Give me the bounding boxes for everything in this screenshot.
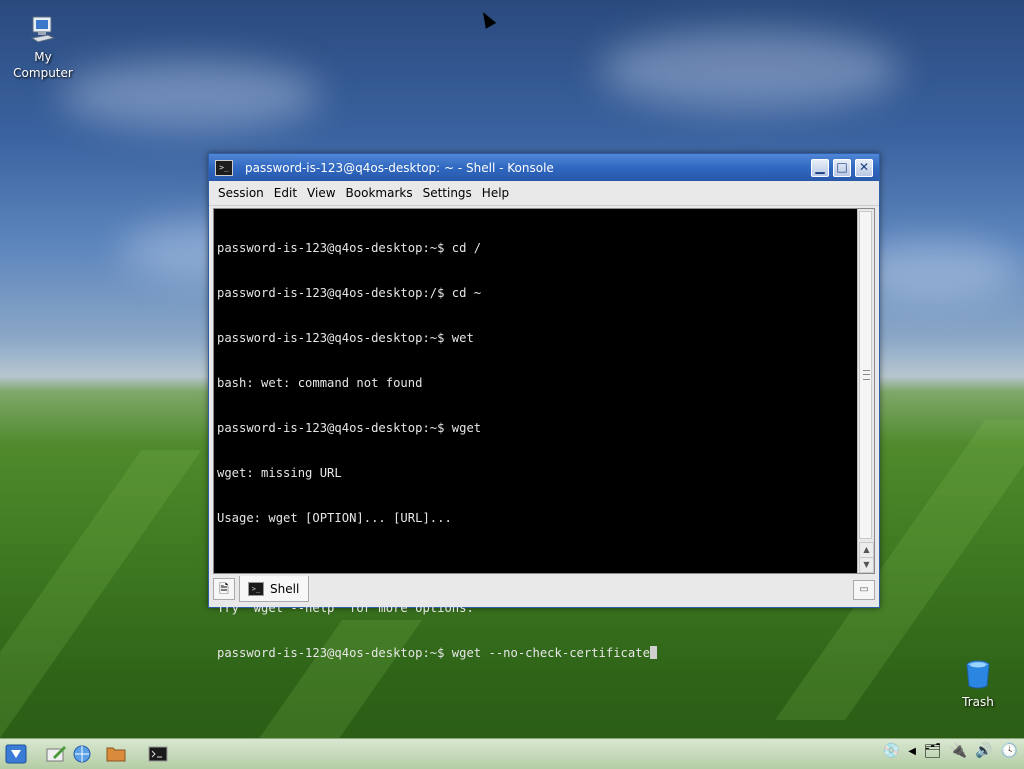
menu-edit[interactable]: Edit	[269, 186, 302, 200]
menu-bar: Session Edit View Bookmarks Settings Hel…	[209, 181, 879, 206]
terminal-line: password-is-123@q4os-desktop:~$ cd /	[217, 241, 482, 255]
menu-session[interactable]: Session	[213, 186, 269, 200]
terminal-frame: password-is-123@q4os-desktop:~$ cd / pas…	[213, 208, 875, 660]
menu-view[interactable]: View	[302, 186, 340, 200]
terminal-line: wget: missing URL	[217, 466, 342, 480]
menu-help[interactable]: Help	[477, 186, 514, 200]
cloud	[60, 60, 320, 130]
tab-bar: 🗎 >_ Shell ▭	[211, 576, 877, 606]
scroll-down-button[interactable]: ▼	[859, 557, 874, 573]
folder-icon[interactable]	[104, 743, 128, 765]
new-tab-icon: 🗎	[219, 582, 229, 596]
trash-icon	[938, 660, 1018, 693]
cloud	[600, 30, 900, 110]
close-tab-button[interactable]: ▭	[853, 580, 875, 600]
terminal-scrollbar[interactable]: ▲ ▼	[857, 209, 874, 573]
network-icon[interactable]	[70, 743, 94, 765]
new-tab-button[interactable]: 🗎	[213, 578, 235, 600]
scrollbar-thumb[interactable]	[859, 211, 872, 539]
tab-label: Shell	[270, 581, 300, 596]
terminal-line: Usage: wget [OPTION]... [URL]...	[217, 511, 452, 525]
computer-icon	[3, 14, 83, 47]
terminal-line: password-is-123@q4os-desktop:/$ cd ~	[217, 286, 482, 300]
desktop-icon-my-computer[interactable]: My Computer	[3, 14, 83, 81]
volume-icon[interactable]: 🔊	[975, 743, 992, 759]
menu-settings[interactable]: Settings	[418, 186, 477, 200]
minimize-button[interactable]: ▁	[811, 158, 829, 177]
terminal-line: bash: wet: command not found	[217, 376, 423, 390]
link-icon[interactable]: 🔌	[950, 743, 967, 759]
konsole-icon[interactable]: >_	[215, 159, 233, 176]
grass	[0, 450, 202, 740]
terminal-line: password-is-123@q4os-desktop:~$ wget	[217, 421, 482, 435]
menu-bookmarks[interactable]: Bookmarks	[341, 186, 418, 200]
grip-icon	[863, 370, 870, 380]
window-title: password-is-123@q4os-desktop: ~ - Shell …	[245, 160, 554, 175]
taskbar: 💿 ◀ 🗂 🔌 🔊 🕓	[0, 738, 1024, 769]
terminal-line: password-is-123@q4os-desktop:~$ wet	[217, 331, 474, 345]
desktop-icon-label: Trash	[962, 695, 994, 709]
terminal-output[interactable]: password-is-123@q4os-desktop:~$ cd / pas…	[214, 209, 858, 660]
terminal-input-text[interactable]: password-is-123@q4os-desktop:~$ wget --n…	[217, 646, 650, 660]
close-tab-icon: ▭	[859, 584, 869, 595]
text-cursor	[649, 646, 657, 659]
system-tray: 💿 ◀ 🗂 🔌 🔊 🕓	[883, 743, 1018, 759]
arrow-left-icon[interactable]: ◀	[908, 746, 916, 757]
konsole-icon: >_	[248, 581, 264, 596]
konsole-icon[interactable]	[146, 743, 170, 765]
mouse-cursor-icon	[477, 9, 497, 29]
app-icon[interactable]: 🗂	[924, 743, 942, 759]
tab-shell[interactable]: >_ Shell	[239, 576, 309, 602]
window-titlebar[interactable]: >_ password-is-123@q4os-desktop: ~ - She…	[209, 154, 879, 181]
desktop-icon-label: My Computer	[13, 50, 73, 80]
desktop-icon-trash[interactable]: Trash	[938, 660, 1018, 709]
konsole-window: >_ password-is-123@q4os-desktop: ~ - She…	[208, 153, 880, 660]
clock-icon[interactable]: 🕓	[1001, 743, 1018, 759]
terminal-current-line: password-is-123@q4os-desktop:~$ wget --n…	[217, 646, 855, 661]
cd-icon[interactable]: 💿	[883, 743, 900, 759]
edit-icon[interactable]	[44, 743, 68, 765]
scroll-up-button[interactable]: ▲	[859, 542, 874, 558]
maximize-button[interactable]: □	[833, 158, 851, 177]
close-button[interactable]: ✕	[855, 158, 873, 177]
start-menu-icon[interactable]	[4, 743, 28, 765]
